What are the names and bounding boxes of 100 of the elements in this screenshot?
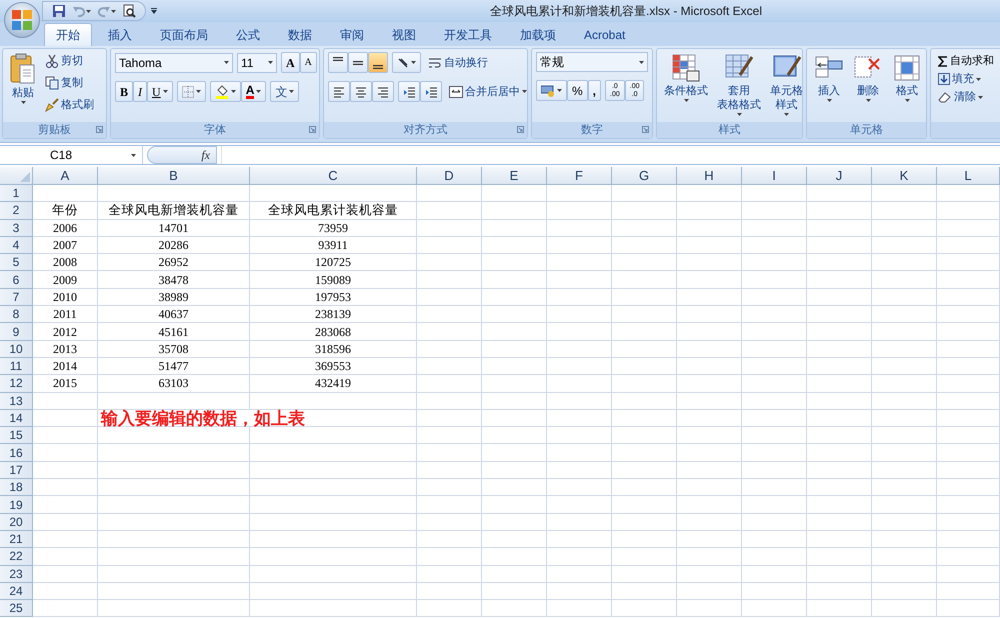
empty-cell[interactable]: [872, 271, 937, 289]
empty-cell[interactable]: [872, 375, 937, 393]
empty-cell[interactable]: [417, 427, 482, 444]
empty-cell[interactable]: [872, 444, 937, 462]
empty-cell[interactable]: [677, 427, 742, 444]
row-header[interactable]: 21: [0, 530, 33, 548]
empty-cell[interactable]: [482, 271, 547, 289]
empty-cell[interactable]: [937, 288, 1000, 306]
empty-cell[interactable]: [872, 462, 937, 480]
empty-cell[interactable]: [612, 462, 677, 480]
empty-cell[interactable]: [937, 582, 1000, 600]
empty-cell[interactable]: [677, 254, 742, 272]
empty-cell[interactable]: [547, 462, 612, 480]
empty-cell[interactable]: [98, 185, 250, 202]
empty-cell[interactable]: [417, 271, 482, 289]
empty-cell[interactable]: [872, 479, 937, 496]
column-header[interactable]: L: [937, 167, 1000, 185]
empty-cell[interactable]: [872, 220, 937, 237]
empty-cell[interactable]: [482, 462, 547, 480]
quick-access-button[interactable]: [51, 2, 67, 20]
empty-cell[interactable]: [98, 496, 250, 514]
empty-cell[interactable]: [677, 479, 742, 496]
empty-cell[interactable]: [677, 271, 742, 289]
align-left-button[interactable]: [328, 81, 350, 102]
empty-cell[interactable]: [417, 358, 482, 376]
empty-cell[interactable]: [677, 185, 742, 202]
empty-cell[interactable]: [98, 548, 250, 566]
empty-cell[interactable]: [677, 410, 742, 428]
empty-cell[interactable]: [250, 427, 417, 444]
empty-cell[interactable]: [612, 582, 677, 600]
row-header[interactable]: 2: [0, 202, 33, 220]
dialog-launcher-button[interactable]: [517, 126, 524, 133]
empty-cell[interactable]: [807, 375, 872, 393]
empty-cell[interactable]: [677, 220, 742, 237]
empty-cell[interactable]: [872, 496, 937, 514]
empty-cell[interactable]: [807, 479, 872, 496]
empty-cell[interactable]: [677, 582, 742, 600]
empty-cell[interactable]: [742, 288, 807, 306]
column-header[interactable]: E: [482, 167, 547, 185]
empty-cell[interactable]: [937, 496, 1000, 514]
empty-cell[interactable]: [937, 444, 1000, 462]
empty-cell[interactable]: [612, 427, 677, 444]
empty-cell[interactable]: [482, 202, 547, 220]
empty-cell[interactable]: [98, 514, 250, 531]
empty-cell[interactable]: [807, 548, 872, 566]
empty-cell[interactable]: [417, 444, 482, 462]
empty-cell[interactable]: [807, 254, 872, 272]
empty-cell[interactable]: [872, 236, 937, 254]
empty-cell[interactable]: [872, 323, 937, 341]
empty-cell[interactable]: [937, 358, 1000, 376]
empty-cell[interactable]: [547, 444, 612, 462]
quick-access-button[interactable]: [121, 2, 137, 20]
comma-button[interactable]: ,: [588, 80, 602, 101]
empty-cell[interactable]: [482, 392, 547, 410]
office-button[interactable]: [4, 2, 40, 38]
empty-cell[interactable]: [937, 479, 1000, 496]
empty-cell[interactable]: [872, 548, 937, 566]
empty-cell[interactable]: [482, 530, 547, 548]
empty-cell[interactable]: [677, 444, 742, 462]
empty-cell[interactable]: [807, 358, 872, 376]
empty-cell[interactable]: [482, 236, 547, 254]
empty-cell[interactable]: [417, 530, 482, 548]
empty-cell[interactable]: [612, 392, 677, 410]
row-header[interactable]: 13: [0, 392, 33, 410]
empty-cell[interactable]: [872, 530, 937, 548]
empty-cell[interactable]: [612, 306, 677, 324]
empty-cell[interactable]: [250, 496, 417, 514]
empty-cell[interactable]: [417, 582, 482, 600]
empty-cell[interactable]: [482, 496, 547, 514]
empty-cell[interactable]: [937, 220, 1000, 237]
empty-cell[interactable]: [742, 462, 807, 480]
empty-cell[interactable]: [250, 582, 417, 600]
empty-cell[interactable]: [612, 271, 677, 289]
empty-cell[interactable]: [872, 202, 937, 220]
empty-cell[interactable]: [612, 236, 677, 254]
column-header[interactable]: K: [872, 167, 937, 185]
ribbon-tab[interactable]: 数据: [276, 23, 324, 46]
row-header[interactable]: 16: [0, 444, 33, 462]
align-center-button[interactable]: [350, 81, 372, 102]
empty-cell[interactable]: [742, 444, 807, 462]
empty-cell[interactable]: [937, 254, 1000, 272]
empty-cell[interactable]: [547, 375, 612, 393]
row-header[interactable]: 25: [0, 600, 33, 618]
column-header[interactable]: J: [807, 167, 872, 185]
dialog-launcher-button[interactable]: [96, 126, 103, 133]
empty-cell[interactable]: [677, 288, 742, 306]
empty-cell[interactable]: [417, 392, 482, 410]
empty-cell[interactable]: [742, 410, 807, 428]
number-format-dropdown[interactable]: 常规: [536, 52, 648, 72]
select-all-button[interactable]: [0, 167, 33, 185]
empty-cell[interactable]: [807, 427, 872, 444]
empty-cell[interactable]: [547, 514, 612, 531]
empty-cell[interactable]: [677, 496, 742, 514]
empty-cell[interactable]: [482, 358, 547, 376]
empty-cell[interactable]: [742, 271, 807, 289]
insert-cells-button[interactable]: 插入: [811, 52, 847, 119]
column-header[interactable]: D: [417, 167, 482, 185]
empty-cell[interactable]: [742, 185, 807, 202]
empty-cell[interactable]: [677, 375, 742, 393]
empty-cell[interactable]: [482, 288, 547, 306]
